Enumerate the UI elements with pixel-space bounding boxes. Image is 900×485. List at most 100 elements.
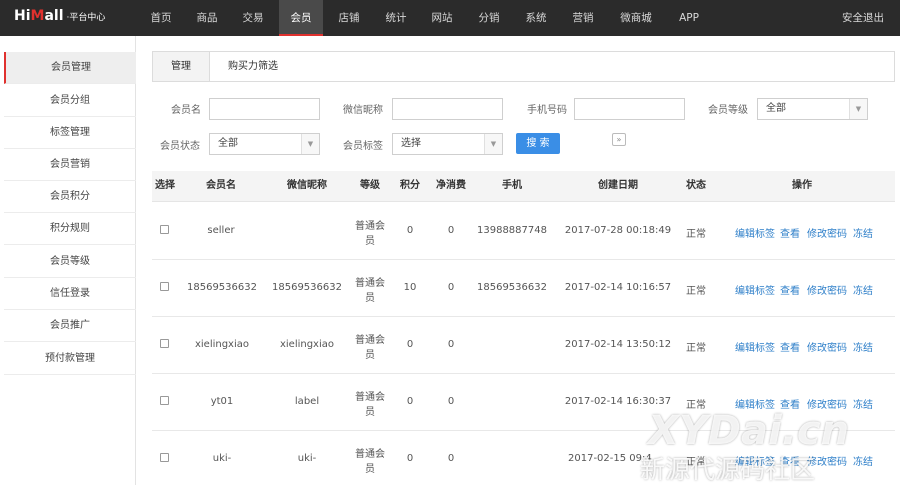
cell-net-spend: 0 bbox=[447, 453, 455, 464]
nav-members[interactable]: 会员 bbox=[279, 0, 323, 36]
cell-level-line1: 普通会 bbox=[355, 221, 385, 232]
freeze-link[interactable]: 冻结 bbox=[853, 453, 873, 468]
cell-created-date: 2017-07-28 00:18:49 bbox=[564, 225, 672, 236]
row-checkbox[interactable] bbox=[160, 396, 169, 405]
cell-net-spend: 0 bbox=[447, 225, 455, 236]
sidebar-item-prepaid-management[interactable]: 预付款管理 bbox=[4, 343, 136, 375]
wechat-nick-input[interactable] bbox=[392, 98, 503, 120]
cell-wechat-nick: uki- bbox=[297, 453, 317, 464]
row-checkbox[interactable] bbox=[160, 453, 169, 462]
change-password-link[interactable]: 修改密码 bbox=[807, 339, 847, 354]
cell-level-line2: 员 bbox=[365, 350, 375, 361]
cell-points: 10 bbox=[403, 282, 417, 293]
sidebar-item-member-levels[interactable]: 会员等级 bbox=[4, 246, 136, 278]
cell-phone: 13988887748 bbox=[477, 225, 547, 236]
sidebar-item-points-rules[interactable]: 积分规则 bbox=[4, 213, 136, 245]
nav-orders[interactable]: 交易 bbox=[234, 0, 272, 36]
chevron-down-icon: ▼ bbox=[849, 99, 867, 119]
table-row: xielingxiao xielingxiao 普通会 员 0 0 2017-0… bbox=[152, 317, 895, 374]
freeze-link[interactable]: 冻结 bbox=[853, 225, 873, 240]
phone-input[interactable] bbox=[574, 98, 685, 120]
watermark-domain: XYDai.cn bbox=[648, 408, 850, 454]
table-row: 18569536632 18569536632 普通会 员 10 0 18569… bbox=[152, 260, 895, 317]
cell-created-date: 2017-02-14 10:16:57 bbox=[564, 282, 672, 293]
col-select: 选择 bbox=[155, 180, 175, 191]
nav-website[interactable]: 网站 bbox=[423, 0, 461, 36]
cell-status: 正常 bbox=[686, 229, 706, 240]
nav-marketing[interactable]: 营销 bbox=[564, 0, 602, 36]
cell-net-spend: 0 bbox=[447, 396, 455, 407]
chevron-down-icon: ▼ bbox=[484, 134, 502, 154]
change-password-link[interactable]: 修改密码 bbox=[807, 282, 847, 297]
cell-level-line2: 员 bbox=[365, 407, 375, 418]
member-status-label: 会员状态 bbox=[160, 141, 200, 152]
col-member-name: 会员名 bbox=[206, 180, 236, 191]
cell-level-line1: 普通会 bbox=[355, 335, 385, 346]
nav-home[interactable]: 首页 bbox=[142, 0, 180, 36]
top-nav-bar: HiMall ·平台中心 首页 商品 交易 会员 店铺 统计 网站 分销 系统 … bbox=[0, 0, 900, 36]
cell-member-name: uki- bbox=[212, 453, 232, 464]
col-level: 等级 bbox=[360, 180, 380, 191]
sidebar-item-member-marketing[interactable]: 会员营销 bbox=[4, 149, 136, 181]
member-level-select[interactable]: 全部 ▼ bbox=[757, 98, 868, 120]
tab-purchase-filter[interactable]: 购买力筛选 bbox=[228, 52, 308, 81]
member-name-input[interactable] bbox=[209, 98, 320, 120]
member-tag-label: 会员标签 bbox=[343, 141, 383, 152]
nav-app[interactable]: APP bbox=[670, 0, 708, 36]
view-link[interactable]: 查看 bbox=[780, 282, 800, 297]
view-link[interactable]: 查看 bbox=[780, 339, 800, 354]
change-password-link[interactable]: 修改密码 bbox=[807, 225, 847, 240]
nav-system[interactable]: 系统 bbox=[517, 0, 555, 36]
row-checkbox[interactable] bbox=[160, 339, 169, 348]
nav-distribution[interactable]: 分销 bbox=[470, 0, 508, 36]
expand-filters-icon[interactable]: » bbox=[612, 133, 626, 146]
sidebar-item-member-promotion[interactable]: 会员推广 bbox=[4, 310, 136, 342]
cell-member-name: xielingxiao bbox=[194, 339, 250, 350]
tab-manage[interactable]: 管理 bbox=[153, 52, 210, 81]
edit-tags-link[interactable]: 编辑标签 bbox=[735, 339, 775, 354]
member-status-value: 全部 bbox=[218, 138, 238, 149]
cell-points: 0 bbox=[406, 396, 414, 407]
col-wechat-nick: 微信昵称 bbox=[287, 180, 327, 191]
sidebar-item-trusted-login[interactable]: 信任登录 bbox=[4, 278, 136, 310]
cell-level-line2: 员 bbox=[365, 236, 375, 247]
watermark-caption: 新源代源码社区 bbox=[640, 455, 816, 484]
col-created-date: 创建日期 bbox=[598, 180, 638, 191]
edit-tags-link[interactable]: 编辑标签 bbox=[735, 225, 775, 240]
sidebar: 会员管理 会员分组 标签管理 会员营销 会员积分 积分规则 会员等级 信任登录 … bbox=[0, 36, 136, 485]
cell-member-name: yt01 bbox=[210, 396, 234, 407]
search-button[interactable]: 搜 索 bbox=[516, 133, 560, 154]
cell-wechat-nick: 18569536632 bbox=[272, 282, 342, 293]
edit-tags-link[interactable]: 编辑标签 bbox=[735, 282, 775, 297]
row-checkbox[interactable] bbox=[160, 282, 169, 291]
freeze-link[interactable]: 冻结 bbox=[853, 282, 873, 297]
logo[interactable]: HiMall ·平台中心 bbox=[14, 8, 105, 28]
table-row: seller 普通会 员 0 0 13988887748 2017-07-28 … bbox=[152, 203, 895, 260]
member-tag-select[interactable]: 选择 ▼ bbox=[392, 133, 503, 155]
sidebar-item-member-management[interactable]: 会员管理 bbox=[4, 52, 136, 84]
sidebar-item-member-groups[interactable]: 会员分组 bbox=[4, 85, 136, 117]
logo-subtitle: ·平台中心 bbox=[66, 13, 106, 23]
sidebar-item-tag-management[interactable]: 标签管理 bbox=[4, 117, 136, 149]
nav-wechat-mall[interactable]: 微商城 bbox=[612, 0, 660, 36]
logout-link[interactable]: 安全退出 bbox=[842, 0, 884, 36]
nav-stats[interactable]: 统计 bbox=[377, 0, 415, 36]
view-link[interactable]: 查看 bbox=[780, 225, 800, 240]
table-header: 选择 会员名 微信昵称 等级 积分 净消费 手机 创建日期 状态 操作 bbox=[152, 171, 895, 202]
cell-points: 0 bbox=[406, 225, 414, 236]
col-phone: 手机 bbox=[502, 180, 522, 191]
member-status-select[interactable]: 全部 ▼ bbox=[209, 133, 320, 155]
nav-shops[interactable]: 店铺 bbox=[330, 0, 368, 36]
nav-products[interactable]: 商品 bbox=[188, 0, 226, 36]
row-checkbox[interactable] bbox=[160, 225, 169, 234]
freeze-link[interactable]: 冻结 bbox=[853, 396, 873, 411]
cell-net-spend: 0 bbox=[447, 282, 455, 293]
cell-level-line2: 员 bbox=[365, 464, 375, 475]
col-actions: 操作 bbox=[792, 180, 812, 191]
cell-created-date: 2017-02-14 13:50:12 bbox=[564, 339, 672, 350]
cell-status: 正常 bbox=[686, 286, 706, 297]
sidebar-item-member-points[interactable]: 会员积分 bbox=[4, 181, 136, 213]
freeze-link[interactable]: 冻结 bbox=[853, 339, 873, 354]
cell-wechat-nick: xielingxiao bbox=[279, 339, 335, 350]
logo-text: Hi bbox=[14, 8, 31, 24]
